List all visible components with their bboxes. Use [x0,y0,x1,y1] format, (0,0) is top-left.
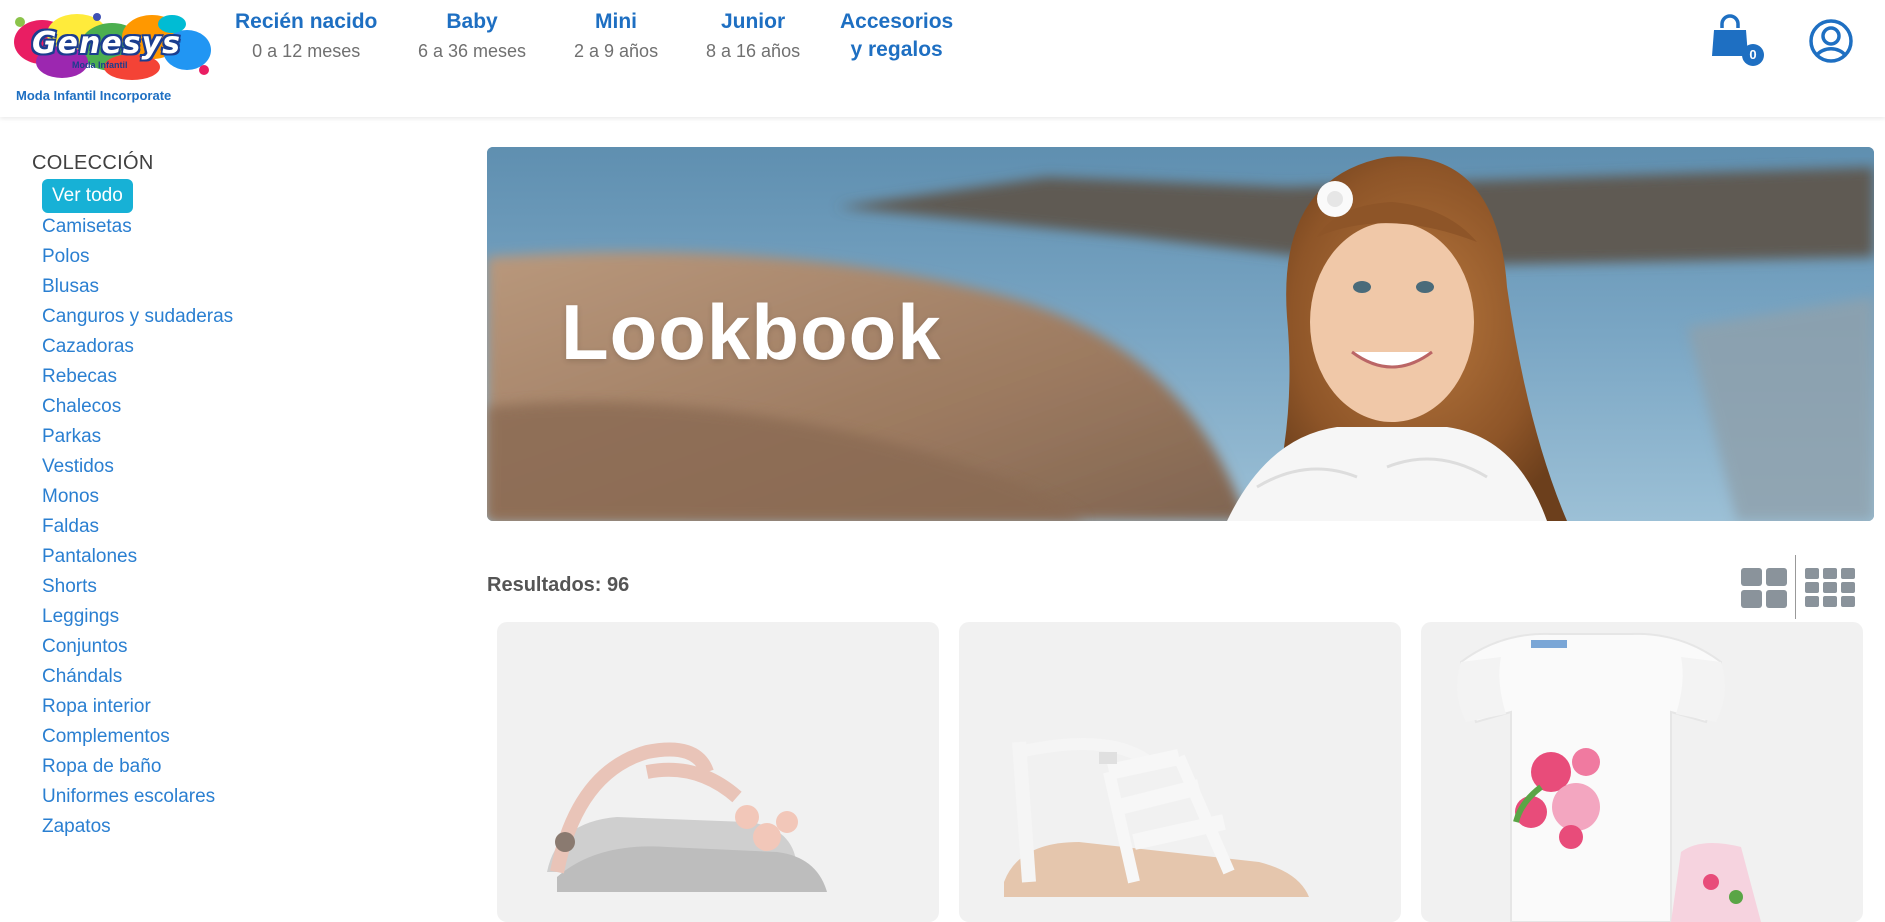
nav-item-title: Recién nacido [235,10,378,33]
cart-button[interactable]: 0 [1708,14,1764,70]
product-card[interactable] [497,622,939,922]
product-card[interactable] [959,622,1401,922]
product-image-tshirt-flowers [1457,632,1761,922]
nav-item-title-line2: y regalos [850,38,943,61]
nav-item-title: Mini [595,10,638,33]
logo-wordmark: Genesys [32,26,181,61]
category-link[interactable]: Blusas [42,276,99,297]
user-circle-icon [1809,19,1853,63]
category-link[interactable]: Ropa interior [42,696,151,717]
category-item-complementos: Complementos [42,722,452,752]
category-link[interactable]: Conjuntos [42,636,128,657]
category-link[interactable]: Leggings [42,606,119,627]
category-item-chalecos: Chalecos [42,392,452,422]
category-item-rebecas: Rebecas [42,362,452,392]
category-link[interactable]: Vestidos [42,456,114,477]
category-link[interactable]: Ver todo [42,179,133,213]
category-link[interactable]: Canguros y sudaderas [42,306,233,327]
nav-item-mini[interactable]: Mini 2 a 9 años [574,8,658,66]
sidebar-title: COLECCIÓN [32,152,154,174]
category-item-chandals: Chándals [42,662,452,692]
nav-item-title: Accesorios [840,10,954,33]
category-item-canguros: Canguros y sudaderas [42,302,452,332]
grid-2-view-button[interactable] [1740,567,1788,609]
category-item-vestidos: Vestidos [42,452,452,482]
collection-sidebar: COLECCIÓN Ver todo Camisetas Polos Blusa… [32,150,452,842]
site-header: Genesys Moda Infantil Moda Infantil Inco… [0,0,1885,117]
nav-item-accesorios[interactable]: Accesorios y regalos [840,8,953,64]
cart-count-badge: 0 [1742,44,1764,66]
category-item-ver-todo: Ver todo [42,179,452,213]
results-count: Resultados: 96 [487,574,630,596]
nav-item-title: Junior [720,10,786,33]
grid-3-view-button[interactable] [1804,567,1856,609]
category-item-cazadoras: Cazadoras [42,332,452,362]
category-item-blusas: Blusas [42,272,452,302]
nav-item-title: Baby [446,10,498,33]
category-link[interactable]: Faldas [42,516,99,537]
category-item-leggings: Leggings [42,602,452,632]
nav-item-subtitle: 6 a 36 meses [418,41,527,61]
category-item-parkas: Parkas [42,422,452,452]
category-link[interactable]: Chándals [42,666,122,687]
category-item-ropa-interior: Ropa interior [42,692,452,722]
nav-item-baby[interactable]: Baby 6 a 36 meses [418,8,526,66]
grid-3-icon [1805,568,1855,607]
category-item-conjuntos: Conjuntos [42,632,452,662]
category-link[interactable]: Shorts [42,576,97,597]
lookbook-banner[interactable]: Lookbook [487,147,1874,521]
category-item-zapatos: Zapatos [42,812,452,842]
category-link[interactable]: Ropa de baño [42,756,161,777]
nav-item-junior[interactable]: Junior 8 a 16 años [706,8,800,66]
category-link[interactable]: Uniformes escolares [42,786,215,807]
category-link[interactable]: Polos [42,246,90,267]
category-link[interactable]: Pantalones [42,546,137,567]
category-link[interactable]: Chalecos [42,396,121,417]
product-image-sandal-pink [547,742,827,892]
category-link[interactable]: Rebecas [42,366,117,387]
category-item-ropa-de-bano: Ropa de baño [42,752,452,782]
category-link[interactable]: Camisetas [42,216,132,237]
category-link[interactable]: Complementos [42,726,170,747]
category-item-pantalones: Pantalones [42,542,452,572]
category-item-polos: Polos [42,242,452,272]
category-list: Ver todo Camisetas Polos Blusas Canguros… [42,179,452,842]
banner-title: Lookbook [561,288,942,376]
product-image-sandal-white [1004,738,1309,897]
nav-item-subtitle: 8 a 16 años [706,41,801,61]
brand-logo[interactable]: Genesys Moda Infantil Moda Infantil Inco… [8,8,218,108]
category-item-camisetas: Camisetas [42,212,452,242]
category-item-monos: Monos [42,482,452,512]
category-link[interactable]: Parkas [42,426,101,447]
category-link[interactable]: Cazadoras [42,336,134,357]
category-item-uniformes: Uniformes escolares [42,782,452,812]
category-item-shorts: Shorts [42,572,452,602]
logo-subtitle: Moda Infantil [72,60,128,70]
product-card[interactable] [1421,622,1863,922]
category-link[interactable]: Monos [42,486,99,507]
account-button[interactable] [1808,18,1854,64]
nav-item-subtitle: 2 a 9 años [574,41,659,61]
brand-tagline: Moda Infantil Incorporate [16,88,172,103]
nav-item-recien-nacido[interactable]: Recién nacido 0 a 12 meses [235,8,377,66]
view-toggle-divider [1795,555,1796,619]
nav-item-subtitle: 0 a 12 meses [252,41,361,61]
category-link[interactable]: Zapatos [42,816,111,837]
grid-2-icon [1741,568,1787,608]
category-item-faldas: Faldas [42,512,452,542]
